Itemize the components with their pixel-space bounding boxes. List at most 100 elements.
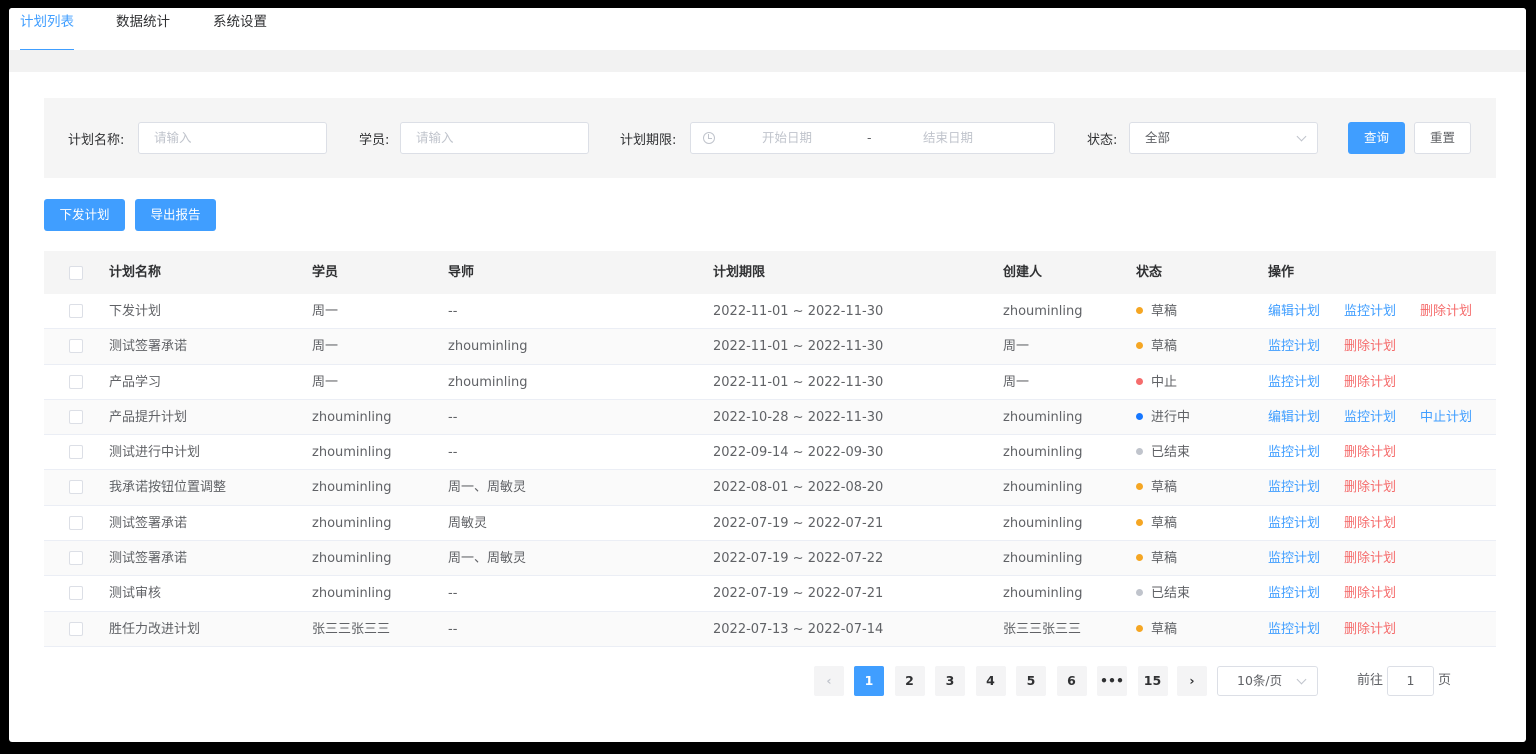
- cell-student: 张三三张三三: [312, 621, 391, 637]
- cell-creator: zhouminling: [1003, 551, 1083, 567]
- plan-table: 计划名称 学员 导师 计划期限 创建人 状态 操作 下发计划 周一 -- 2022-1…: [44, 251, 1496, 647]
- cell-plan-name: 产品学习: [109, 374, 162, 390]
- chevron-down-icon: [1296, 674, 1307, 685]
- end-date-input[interactable]: 结束日期: [923, 123, 973, 153]
- goto-page-input[interactable]: 1: [1387, 666, 1434, 696]
- cell-student: zhouminling: [312, 586, 392, 602]
- row-action-link[interactable]: 监控计划: [1268, 506, 1320, 541]
- table-row: 测试签署承诺 zhouminling 周敏灵 2022-07-19 ~ 2022-07…: [44, 506, 1496, 542]
- cell-student: zhouminling: [312, 445, 392, 461]
- status-select[interactable]: 全部: [1129, 122, 1318, 154]
- row-action-link[interactable]: 删除计划: [1344, 329, 1396, 364]
- export-report-button[interactable]: 导出报告: [135, 199, 216, 231]
- status-text: 草稿: [1151, 339, 1178, 355]
- row-action-link[interactable]: 删除计划: [1420, 294, 1472, 329]
- status-badge: 中止: [1136, 365, 1177, 400]
- row-action-link[interactable]: 监控计划: [1268, 329, 1320, 364]
- cell-period: 2022-11-01 ~ 2022-11-30: [713, 339, 884, 355]
- issue-plan-button[interactable]: 下发计划: [44, 199, 125, 231]
- row-action-link[interactable]: 监控计划: [1268, 576, 1320, 611]
- cell-mentor: --: [448, 621, 458, 637]
- page-number-button[interactable]: 6: [1056, 666, 1087, 696]
- cell-mentor: 周敏灵: [448, 515, 488, 531]
- row-action-link[interactable]: 编辑计划: [1268, 400, 1320, 435]
- cell-student: zhouminling: [312, 480, 392, 496]
- page-number-button[interactable]: 5: [1016, 666, 1046, 696]
- col-actions: 操作: [1268, 265, 1295, 280]
- page-number-button[interactable]: 4: [975, 666, 1006, 696]
- cell-mentor: --: [448, 586, 458, 602]
- row-action-link[interactable]: 删除计划: [1344, 435, 1396, 470]
- row-action-link[interactable]: 编辑计划: [1268, 294, 1320, 329]
- cell-mentor: zhouminling: [448, 339, 528, 355]
- cell-plan-name: 下发计划: [109, 304, 162, 319]
- row-action-link[interactable]: 监控计划: [1268, 541, 1320, 576]
- select-all-checkbox[interactable]: [69, 266, 83, 280]
- start-date-input[interactable]: 开始日期: [762, 123, 812, 153]
- row-checkbox[interactable]: [69, 374, 83, 389]
- tab-plan-list[interactable]: 计划列表: [20, 14, 74, 51]
- col-status: 状态: [1136, 265, 1163, 280]
- row-checkbox[interactable]: [69, 586, 83, 601]
- row-checkbox[interactable]: [69, 515, 83, 530]
- more-pages-button[interactable]: •••: [1097, 666, 1127, 696]
- status-text: 草稿: [1151, 551, 1178, 567]
- tab-data-stats[interactable]: 数据统计: [116, 14, 170, 50]
- row-action-link[interactable]: 监控计划: [1268, 470, 1320, 505]
- row-action-link[interactable]: 监控计划: [1268, 365, 1320, 400]
- row-checkbox[interactable]: [69, 480, 83, 495]
- prev-page-button[interactable]: ‹: [814, 666, 844, 696]
- row-action-link[interactable]: 删除计划: [1344, 541, 1396, 576]
- row-action-link[interactable]: 监控计划: [1268, 435, 1320, 470]
- row-action-link[interactable]: 删除计划: [1344, 506, 1396, 541]
- row-action-link[interactable]: 删除计划: [1344, 365, 1396, 400]
- row-checkbox[interactable]: [69, 409, 83, 424]
- row-checkbox[interactable]: [69, 304, 83, 318]
- row-checkbox[interactable]: [69, 339, 83, 354]
- page-number-button[interactable]: 1: [854, 666, 884, 696]
- row-action-link[interactable]: 删除计划: [1344, 576, 1396, 611]
- col-student: 学员: [312, 265, 339, 280]
- row-checkbox[interactable]: [69, 551, 83, 566]
- cell-creator: zhouminling: [1003, 586, 1083, 602]
- cell-plan-name: 测试进行中计划: [109, 445, 201, 461]
- row-checkbox[interactable]: [69, 621, 83, 636]
- student-label: 学员:: [359, 133, 390, 148]
- reset-button[interactable]: 重置: [1414, 122, 1471, 154]
- table-row: 测试进行中计划 zhouminling -- 2022-09-14 ~ 2022-09…: [44, 435, 1496, 471]
- status-badge: 进行中: [1136, 400, 1190, 435]
- row-action-link[interactable]: 删除计划: [1344, 612, 1396, 647]
- cell-mentor: --: [448, 409, 458, 425]
- table-row: 下发计划 周一 -- 2022-11-01 ~ 2022-11-30 zhouminli…: [44, 294, 1496, 330]
- table-row: 胜任力改进计划 张三三张三三 -- 2022-07-13 ~ 2022-07-14 张三…: [44, 611, 1496, 647]
- row-action-link[interactable]: 删除计划: [1344, 470, 1396, 505]
- header-divider: [9, 50, 1526, 72]
- student-input[interactable]: 请输入: [400, 122, 589, 154]
- next-page-button[interactable]: ›: [1177, 666, 1207, 696]
- page-number-button[interactable]: 15: [1137, 666, 1168, 696]
- page-number-button[interactable]: 2: [894, 666, 925, 696]
- plan-name-input[interactable]: 请输入: [138, 122, 327, 154]
- query-button[interactable]: 查询: [1348, 122, 1405, 154]
- row-action-link[interactable]: 监控计划: [1344, 400, 1396, 435]
- page-number-button[interactable]: 3: [935, 666, 965, 696]
- cell-period: 2022-11-01 ~ 2022-11-30: [713, 304, 884, 319]
- col-mentor: 导师: [448, 265, 475, 280]
- date-range-picker[interactable]: 开始日期 - 结束日期: [690, 122, 1055, 154]
- cell-period: 2022-11-01 ~ 2022-11-30: [713, 374, 884, 390]
- table-body: 下发计划周一 -- 2022-11-01 ~ 2022-11-30 zhouminli…: [44, 294, 1496, 647]
- cell-creator: zhouminling: [1003, 515, 1083, 531]
- status-dot-icon: [1136, 483, 1143, 491]
- row-action-link[interactable]: 监控计划: [1268, 612, 1320, 647]
- cell-mentor: zhouminling: [448, 374, 528, 390]
- chevron-down-icon: [1296, 131, 1307, 142]
- main-content: 计划名称: 请输入 学员: 请输入 计划期限: 开始日期 - 结束日期 状态: …: [21, 72, 1517, 742]
- row-action-link[interactable]: 监控计划: [1344, 294, 1396, 329]
- cell-mentor: --: [448, 445, 458, 461]
- row-action-link[interactable]: 中止计划: [1420, 400, 1472, 435]
- tab-system-settings[interactable]: 系统设置: [213, 14, 267, 50]
- cell-creator: 张三三张三三: [1003, 621, 1082, 637]
- row-checkbox[interactable]: [69, 445, 83, 460]
- page-size-select[interactable]: 10条/页: [1217, 666, 1318, 696]
- cell-creator: 周一: [1003, 339, 1030, 355]
